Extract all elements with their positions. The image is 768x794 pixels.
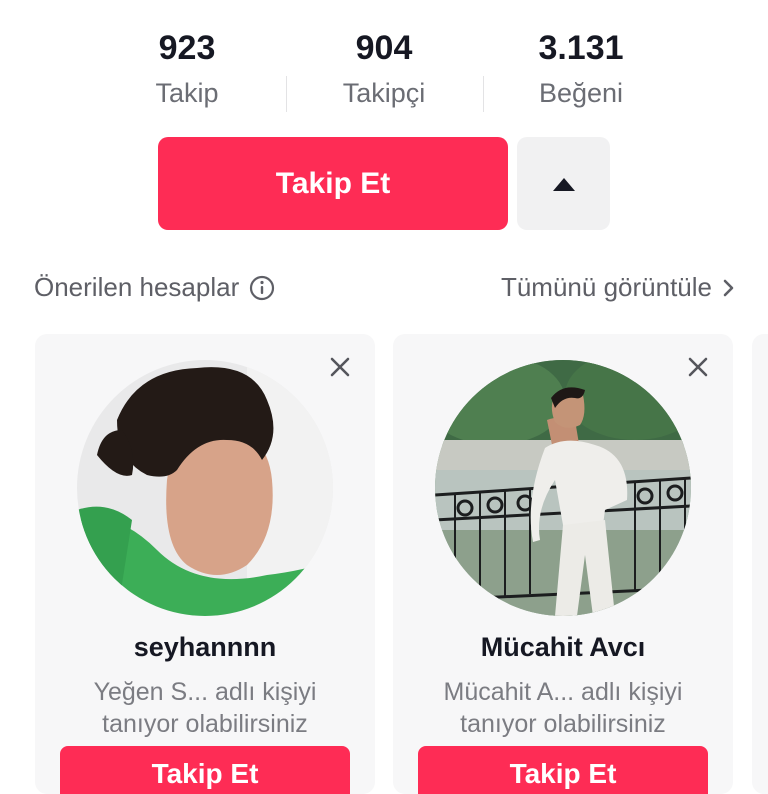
likes-label: Beğeni xyxy=(538,78,624,108)
close-icon[interactable] xyxy=(685,354,711,380)
account-hint-line: tanıyor olabilirsiniz xyxy=(460,710,666,738)
avatar[interactable] xyxy=(77,360,333,616)
chevron-right-icon xyxy=(723,279,734,296)
account-username[interactable]: Mücahit Avcı xyxy=(393,632,733,663)
suggested-account-card[interactable]: Mücahit Avcı Mücahit A... adlı kişiyi ta… xyxy=(393,334,733,794)
followers-stat[interactable]: 904 Takipçi xyxy=(299,28,469,110)
likes-count: 3.131 xyxy=(538,29,624,67)
likes-stat[interactable]: 3.131 Beğeni xyxy=(496,28,666,110)
suggested-accounts-title: Önerilen hesaplar xyxy=(34,272,240,302)
caret-up-icon xyxy=(552,177,575,191)
account-hint-line: Yeğen S... adlı kişiyi xyxy=(93,678,317,706)
view-all-label: Tümünü görüntüle xyxy=(500,272,712,302)
followers-count: 904 xyxy=(355,29,413,67)
card-follow-label: Takip Et xyxy=(151,758,259,789)
card-follow-button[interactable]: Takip Et xyxy=(418,746,708,794)
info-icon[interactable] xyxy=(249,275,275,301)
suggested-accounts-header: Önerilen hesaplar xyxy=(34,272,275,303)
account-hint: Mücahit A... adlı kişiyi tanıyor olabili… xyxy=(393,676,733,740)
follow-button[interactable]: Takip Et xyxy=(158,137,508,230)
avatar[interactable] xyxy=(435,360,691,616)
suggested-toggle-button[interactable] xyxy=(517,137,610,230)
stat-divider xyxy=(286,76,287,112)
account-username[interactable]: seyhannnn xyxy=(35,632,375,663)
card-follow-button[interactable]: Takip Et xyxy=(60,746,350,794)
close-icon[interactable] xyxy=(327,354,353,380)
follow-button-label: Takip Et xyxy=(275,166,391,200)
account-hint: Yeğen S... adlı kişiyi tanıyor olabilirs… xyxy=(35,676,375,740)
following-count: 923 xyxy=(158,29,216,67)
account-hint-line: Mücahit A... adlı kişiyi xyxy=(443,678,683,706)
suggested-account-card[interactable]: seyhannnn Yeğen S... adlı kişiyi tanıyor… xyxy=(35,334,375,794)
profile-stats: 923 Takip 904 Takipçi 3.131 Beğeni xyxy=(0,28,768,118)
following-label: Takip xyxy=(155,78,219,108)
suggested-account-card-partial[interactable] xyxy=(752,334,768,794)
followers-label: Takipçi xyxy=(342,78,426,108)
stat-divider xyxy=(483,76,484,112)
following-stat[interactable]: 923 Takip xyxy=(102,28,272,110)
view-all-link[interactable]: Tümünü görüntüle xyxy=(501,272,736,303)
account-hint-line: tanıyor olabilirsiniz xyxy=(102,710,308,738)
card-follow-label: Takip Et xyxy=(509,758,617,789)
